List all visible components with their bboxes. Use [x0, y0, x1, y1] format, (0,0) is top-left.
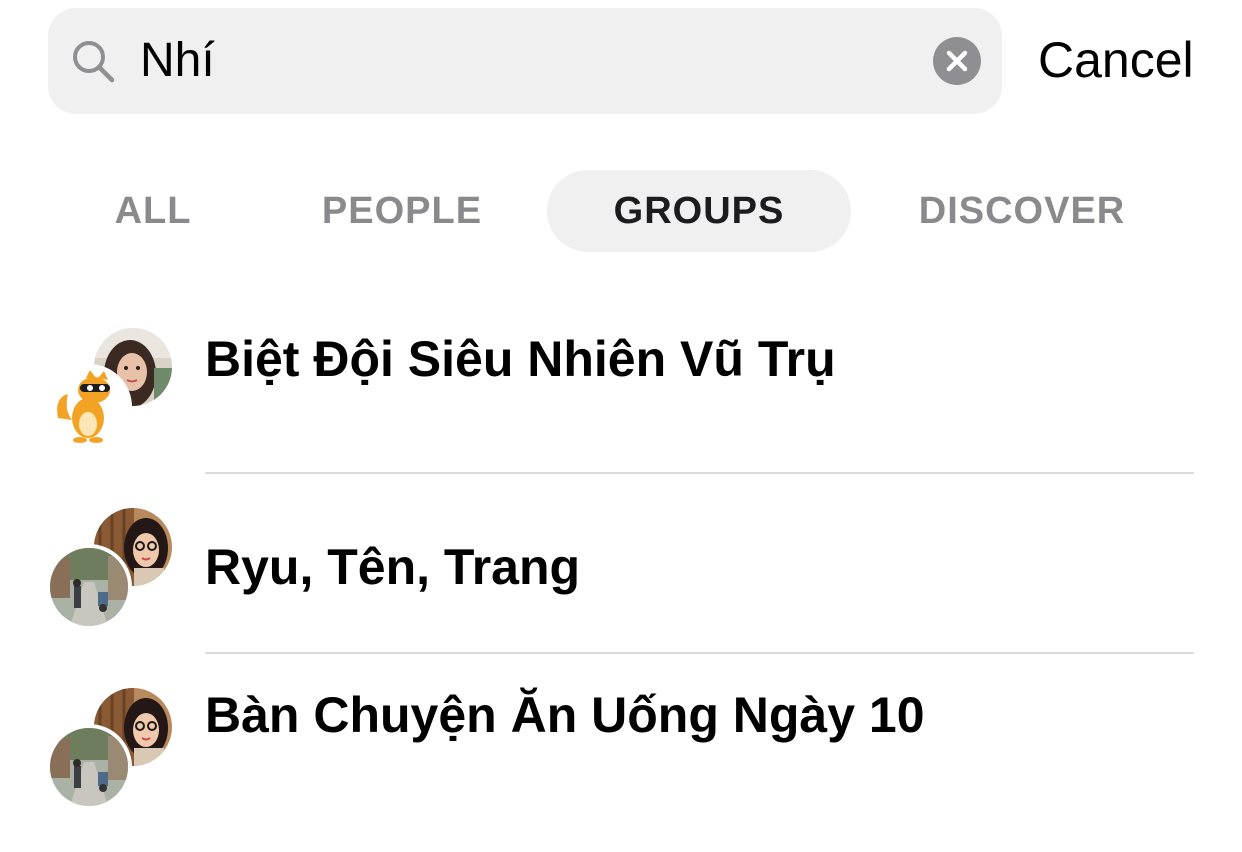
group-result-row[interactable]: Ryu, Tên, Trang [0, 500, 1242, 655]
member-avatar-street [46, 724, 132, 810]
clear-search-button[interactable] [933, 37, 981, 85]
group-avatar [46, 684, 176, 810]
group-members-blurred [205, 762, 725, 796]
fox-mascot-avatar [46, 364, 132, 450]
messenger-search-screen: Cancel ALL PEOPLE GROUPS DISCOVER [0, 0, 1242, 852]
list-separator [205, 652, 1194, 654]
group-result-row[interactable]: Bàn Chuyện Ăn Uống Ngày 10 [0, 680, 1242, 852]
member-avatar-street [46, 544, 132, 630]
search-icon [73, 41, 115, 83]
list-separator [205, 472, 1194, 474]
tab-discover[interactable]: DISCOVER [900, 170, 1144, 252]
search-input[interactable] [140, 28, 900, 92]
tab-people[interactable]: PEOPLE [300, 170, 504, 252]
group-avatar [46, 324, 176, 450]
group-avatar [46, 504, 176, 630]
group-name: Bàn Chuyện Ăn Uống Ngày 10 [205, 687, 925, 743]
close-icon [946, 50, 968, 72]
tab-all[interactable]: ALL [90, 170, 216, 252]
group-name: Biệt Đội Siêu Nhiên Vũ Trụ [205, 331, 836, 387]
group-members-blurred [205, 402, 725, 436]
search-bar[interactable] [48, 8, 1002, 114]
group-result-row[interactable]: Biệt Đội Siêu Nhiên Vũ Trụ [0, 320, 1242, 475]
tab-groups[interactable]: GROUPS [547, 170, 851, 252]
cancel-button[interactable]: Cancel [1038, 30, 1194, 90]
group-name: Ryu, Tên, Trang [205, 539, 581, 595]
